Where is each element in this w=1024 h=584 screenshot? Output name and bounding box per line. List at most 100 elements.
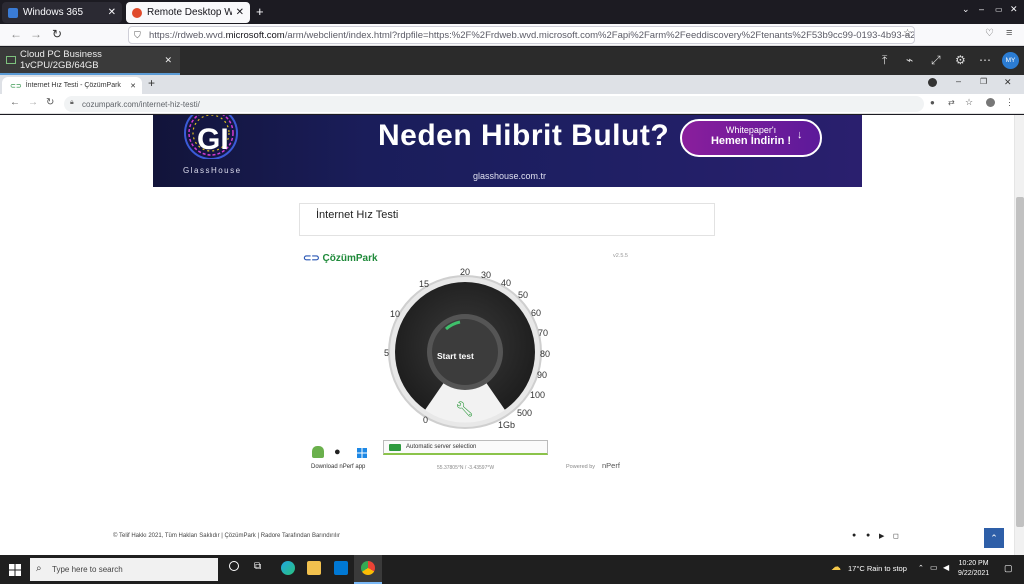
twitter-icon[interactable]: ● [866,532,870,539]
store-icon[interactable] [334,561,348,575]
cozumpark-logo-icon: ⊂⊃ [303,253,323,264]
record-icon[interactable] [928,78,937,87]
scroll-to-top-button[interactable]: ⌃ [984,528,1004,548]
file-explorer-icon[interactable] [307,561,321,575]
tab-label: İnternet Hız Testi - ÇözümPark [25,82,121,89]
close-tab-icon[interactable]: ✕ [130,82,136,90]
arrow-down-icon: ↓ [797,129,803,141]
instagram-icon[interactable]: ◻ [893,532,899,540]
bookmark-star-icon[interactable]: ☆ [965,97,973,108]
weather-text[interactable]: 17°C Rain to stop [848,564,907,573]
translate-icon[interactable]: ⇄ [948,98,955,107]
session-tab[interactable]: Cloud PC Business 1vCPU/2GB/64GB ✕ [0,47,180,75]
start-test-button[interactable]: Start test [437,351,474,361]
url-path: /arm/webclient/index.html?rdpfile=https:… [284,29,915,41]
tab-windows-365[interactable]: Windows 365 ✕ [2,2,122,23]
close-tab-icon[interactable]: ✕ [108,7,116,18]
wrench-icon[interactable]: 🔧︎ [455,400,474,418]
url-prefix: https://rdweb.wvd. [149,29,226,41]
outer-nav-bar: ← → ↻ ⛉ https://rdweb.wvd. microsoft.com /… [0,24,1024,46]
footer-text: © Telif Hakkı 2021, Tüm Hakları Saklıdır… [113,533,340,539]
scale-label-15: 15 [419,279,430,289]
clock-time: 10:20 PM [958,560,989,567]
tray-chevron-icon[interactable]: ⌃ [918,564,924,572]
forward-icon[interactable]: → [28,97,38,108]
menu-icon[interactable]: ⋮ [1005,97,1014,108]
close-tab-icon[interactable]: ✕ [236,7,244,18]
close-window-button[interactable]: ✕ [1004,77,1012,88]
chrome-icon [361,561,375,575]
address-bar[interactable]: 🔒︎ cozumpark.com/internet-hiz-testi/ [64,96,924,112]
scale-label-20: 20 [460,267,471,277]
banner-brand: GlassHouse [183,166,242,175]
inner-tab-bar: ⊂⊃ İnternet Hız Testi - ÇözümPark ✕ + – … [0,75,1024,94]
pocket-icon[interactable]: ♡ [985,28,994,39]
nperf-logo[interactable]: nPerf [602,461,620,470]
shield-icon[interactable]: ⛉ [134,30,141,41]
url-domain: microsoft.com [225,29,285,41]
address-bar[interactable]: ⛉ https://rdweb.wvd. microsoft.com/arm/we… [128,26,915,44]
restore-button[interactable]: ❐ [980,77,987,86]
start-button[interactable] [9,563,21,581]
list-tabs-icon[interactable]: ⌄ [962,4,970,15]
scale-label-40: 40 [501,278,512,288]
network-icon[interactable]: ▭ [930,563,938,572]
close-session-icon[interactable]: ✕ [164,55,172,66]
taskbar-search[interactable]: ⌕ Type here to search [30,558,218,581]
new-tab-button[interactable]: + [148,76,155,90]
clock[interactable]: 10:20 PM 9/22/2021 [958,559,989,579]
notifications-icon[interactable]: ▢ [1004,563,1013,574]
new-tab-button[interactable]: + [256,4,264,19]
scrollbar[interactable] [1014,115,1024,555]
minimize-button[interactable]: – [956,76,961,86]
bookmark-star-icon[interactable]: ☆ [903,28,912,39]
cortana-icon[interactable] [229,561,239,571]
scale-label-60: 60 [531,308,542,318]
page-title: İnternet Hız Testi [316,209,399,221]
scale-label-0: 0 [423,415,429,425]
task-view-icon[interactable]: ⧉ [254,561,261,572]
youtube-icon[interactable]: ▶ [879,532,884,540]
android-icon[interactable] [312,446,324,458]
section-title-box: İnternet Hız Testi [299,203,715,236]
server-icon [389,444,401,451]
volume-icon[interactable]: ◀ [943,563,949,572]
windows-365-icon [8,7,18,18]
more-options-icon[interactable]: ⋯ [979,53,991,67]
tab-internet-hiz-testi[interactable]: ⊂⊃ İnternet Hız Testi - ÇözümPark ✕ [2,77,142,94]
scrollbar-thumb[interactable] [1016,197,1024,527]
scale-label-80: 80 [540,349,551,359]
ad-banner[interactable]: GI GlassHouse Neden Hibrit Bulut? glassh… [153,115,862,187]
windows-icon[interactable] [356,446,368,458]
scale-label-5: 5 [384,348,390,358]
tab-remote-desktop[interactable]: Remote Desktop Web Cl ✕ [126,2,250,23]
back-icon[interactable]: ← [10,97,20,108]
fullscreen-icon[interactable]: ⤢ [931,53,941,68]
reload-icon[interactable]: ↻ [52,27,62,41]
reload-icon[interactable]: ↻ [46,97,54,108]
avatar[interactable]: MY [1002,52,1019,69]
minimize-button[interactable]: – [979,4,984,14]
monitor-icon [6,56,16,64]
settings-gear-icon[interactable]: ⚙ [955,53,966,67]
disconnect-icon[interactable]: ⌁ [906,53,913,67]
chrome-taskbar-button[interactable] [354,555,382,584]
server-selection[interactable]: Automatic server selection [383,440,548,455]
inner-nav-bar: ← → ↻ 🔒︎ cozumpark.com/internet-hiz-test… [0,94,1024,114]
download-app-link[interactable]: Download nPerf app [311,464,365,470]
upload-icon[interactable]: ⤒ [882,53,887,68]
menu-icon[interactable]: ≡ [1006,27,1012,39]
location-icon[interactable]: ● [930,98,935,107]
scale-label-50: 50 [518,290,529,300]
cozumpark-favicon-icon: ⊂⊃ [10,82,22,90]
facebook-icon[interactable]: ● [852,532,856,539]
apple-icon[interactable]: ● [334,446,346,458]
remote-desktop-bar: Cloud PC Business 1vCPU/2GB/64GB ✕ ⤒ ⌁ ⤢… [0,47,1024,75]
close-window-button[interactable]: ✕ [1010,4,1018,15]
profile-icon[interactable] [986,98,995,107]
edge-icon[interactable] [281,561,295,575]
back-icon[interactable]: ← [10,27,22,41]
restore-button[interactable]: ▭ [995,5,1003,14]
forward-icon[interactable]: → [30,27,42,41]
lock-icon: 🔒︎ [70,99,74,106]
